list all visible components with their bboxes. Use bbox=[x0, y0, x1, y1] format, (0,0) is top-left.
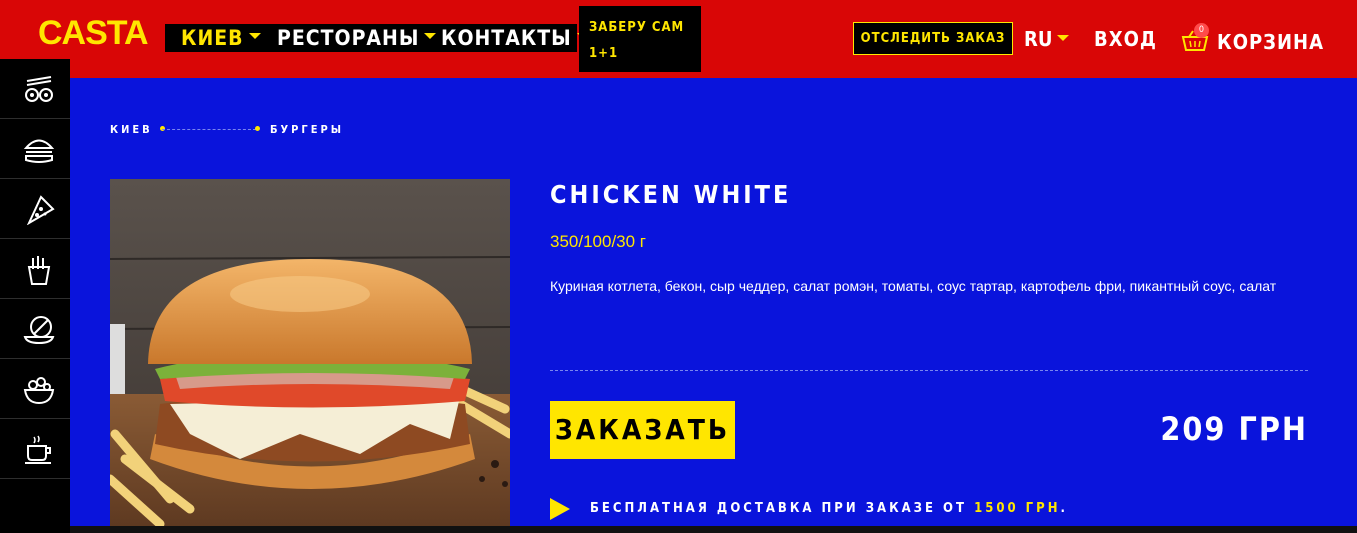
sidebar-item-burgers[interactable] bbox=[0, 119, 70, 179]
cart-link[interactable]: КОРЗИНА bbox=[1217, 30, 1324, 54]
hot-dish-icon bbox=[23, 316, 55, 345]
breadcrumb-separator bbox=[162, 129, 256, 130]
login-link[interactable]: ВХОД bbox=[1094, 27, 1157, 51]
track-order-button[interactable]: ОТСЛЕДИТЬ ЗАКАЗ bbox=[853, 22, 1013, 55]
delivery-end: . bbox=[1060, 501, 1068, 516]
chevron-down-icon bbox=[424, 33, 437, 39]
play-arrow-icon bbox=[550, 498, 570, 520]
burger-icon bbox=[23, 139, 55, 163]
product-photo bbox=[110, 179, 510, 533]
category-sidebar bbox=[0, 59, 70, 533]
nav-contacts[interactable]: КОНТАКТЫ bbox=[441, 26, 589, 50]
coffee-cup-icon bbox=[25, 435, 51, 464]
delivery-amount: 1500 ГРН bbox=[974, 501, 1061, 516]
pizza-icon bbox=[26, 195, 55, 225]
nav-restaurants-label: РЕСТОРАНЫ bbox=[277, 26, 420, 50]
nav-contacts-label: КОНТАКТЫ bbox=[441, 26, 572, 50]
nav-restaurants[interactable]: РЕСТОРАНЫ bbox=[277, 26, 437, 50]
breadcrumb-city[interactable]: КИЕВ bbox=[110, 123, 153, 136]
breadcrumb-dot bbox=[255, 126, 260, 131]
breadcrumb-category[interactable]: БУРГЕРЫ bbox=[270, 123, 344, 136]
sushi-icon bbox=[25, 76, 53, 102]
fries-icon bbox=[27, 256, 51, 285]
divider bbox=[550, 370, 1308, 371]
sidebar-item-drinks[interactable] bbox=[0, 419, 70, 479]
order-button[interactable]: ЗАКАЗАТЬ bbox=[550, 401, 735, 459]
nav-city-label: КИЕВ bbox=[181, 26, 244, 50]
pickup-promo-button[interactable]: ЗАБЕРУ САМ 1+1 bbox=[579, 6, 701, 72]
sidebar-item-salads[interactable] bbox=[0, 359, 70, 419]
bottom-bar bbox=[70, 526, 1357, 533]
chevron-down-icon bbox=[248, 33, 261, 39]
cart-count-badge: 0 bbox=[1194, 23, 1209, 38]
casta-logo[interactable]: CASTA bbox=[38, 14, 149, 53]
nav-city[interactable]: КИЕВ bbox=[181, 26, 261, 50]
sidebar-item-fries[interactable] bbox=[0, 239, 70, 299]
free-delivery-note: БЕСПЛАТНАЯ ДОСТАВКА ПРИ ЗАКАЗЕ ОТ 1500 Г… bbox=[590, 501, 1068, 516]
language-select[interactable]: RU bbox=[1024, 27, 1070, 51]
delivery-text: БЕСПЛАТНАЯ ДОСТАВКА ПРИ ЗАКАЗЕ ОТ bbox=[590, 501, 967, 516]
sidebar-item-pizza[interactable] bbox=[0, 179, 70, 239]
product-description: Куриная котлета, бекон, сыр чеддер, сала… bbox=[550, 278, 1277, 294]
sidebar-item-hot-dishes[interactable] bbox=[0, 299, 70, 359]
language-label: RU bbox=[1024, 27, 1053, 51]
product-weight: 350/100/30 г bbox=[550, 232, 647, 251]
promo-line-1: ЗАБЕРУ САМ bbox=[589, 20, 685, 35]
chevron-down-icon bbox=[1057, 34, 1070, 41]
product-price: 209 ГРН bbox=[1160, 410, 1308, 448]
sidebar-item-sushi[interactable] bbox=[0, 59, 70, 119]
salad-icon bbox=[23, 377, 55, 405]
product-title: CHICKEN WHITE bbox=[550, 180, 792, 209]
promo-line-2: 1+1 bbox=[589, 46, 619, 61]
